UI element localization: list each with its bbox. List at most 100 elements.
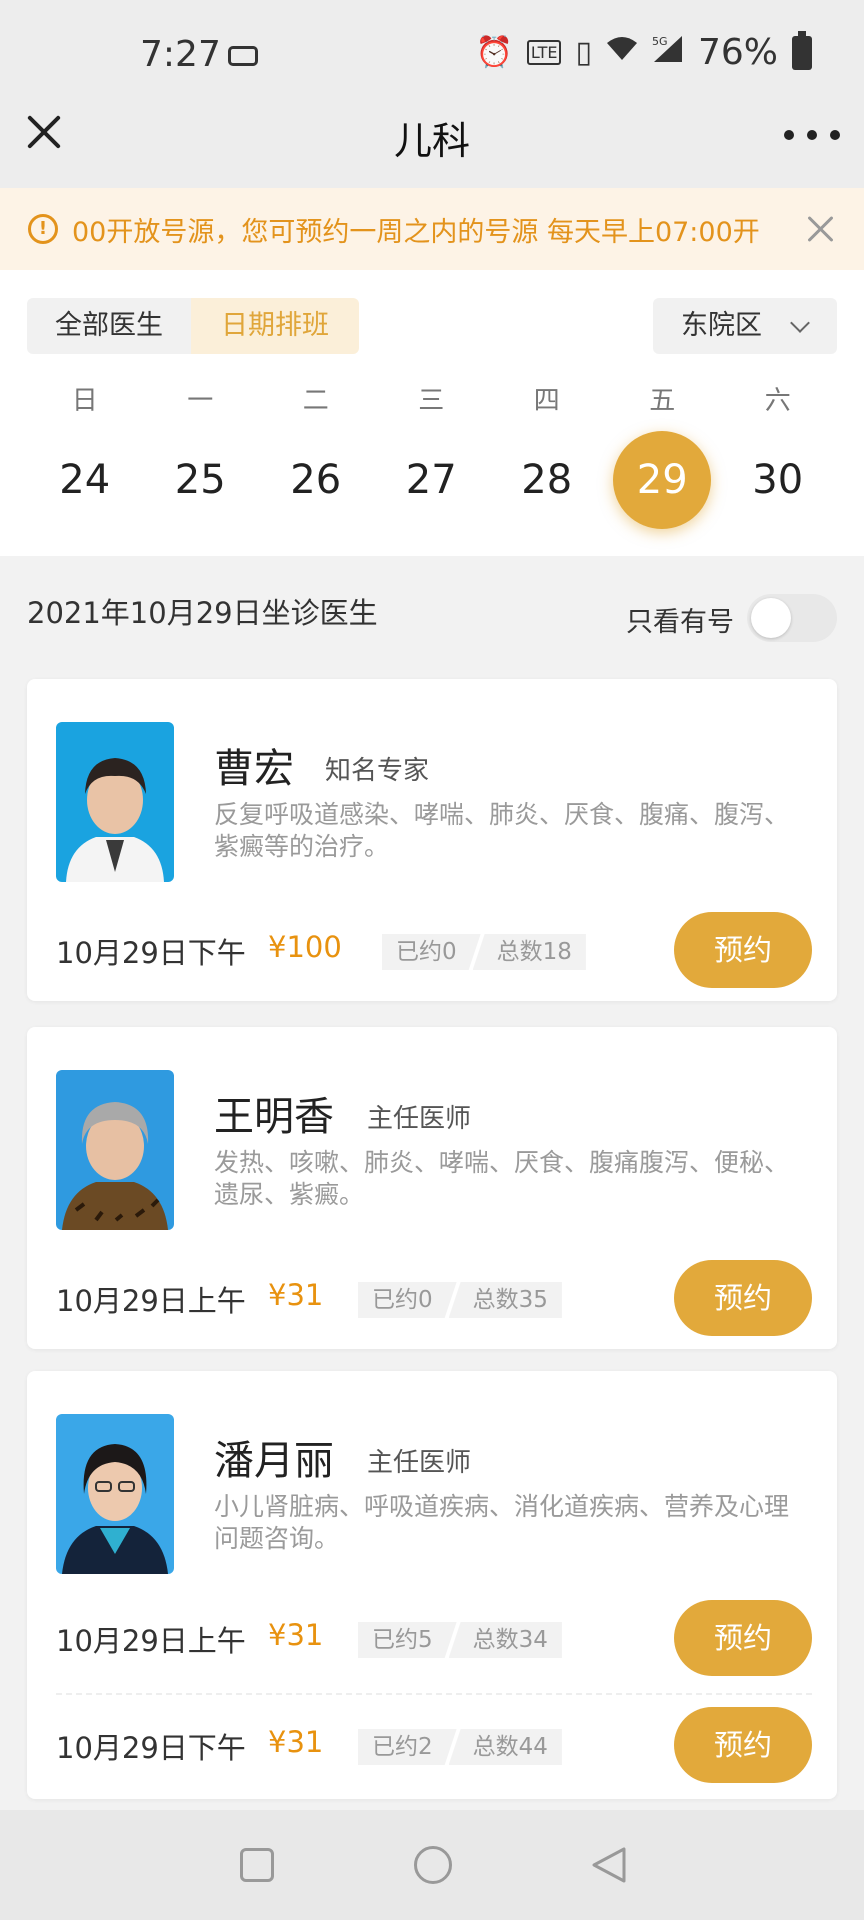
sim-card-icon — [228, 46, 258, 66]
day-number: 30 — [752, 457, 804, 503]
booked-count: 已约2 — [358, 1729, 457, 1765]
back-icon[interactable] — [590, 1846, 628, 1884]
appointment-slot: 10月29日下午 ¥100 已约0 总数18 预约 — [56, 912, 812, 988]
battery-percentage: 76% — [697, 32, 778, 73]
day-29-selected[interactable]: 29 — [605, 430, 721, 530]
page-title: 儿科 — [393, 119, 470, 163]
doctor-avatar — [56, 722, 174, 882]
only-available-toggle[interactable] — [747, 594, 837, 642]
total-count: 总数18 — [472, 934, 586, 970]
slot-divider — [56, 1693, 812, 1695]
day-number: 26 — [290, 457, 342, 503]
day-row: 24 25 26 27 28 29 30 — [0, 430, 864, 530]
doctor-name: 曹宏 — [214, 746, 294, 792]
weekday-label: 六 — [764, 386, 791, 416]
weekday-label: 三 — [418, 386, 445, 416]
doctor-name: 王明香 — [214, 1094, 334, 1140]
alarm-icon: ⏰ — [475, 35, 513, 70]
booked-count: 已约0 — [382, 934, 481, 970]
status-icons: ⏰ LTE ▯ 5G 76% — [475, 30, 812, 73]
slot-date: 10月29日上午 — [56, 1284, 246, 1318]
only-available-label: 只看有号 — [626, 607, 734, 638]
doctor-title: 主任医师 — [367, 1104, 472, 1134]
doctor-description: 小儿肾脏病、呼吸道疾病、消化道疾病、营养及心理问题咨询。 — [214, 1492, 790, 1553]
doctor-card[interactable]: 潘月丽 主任医师 小儿肾脏病、呼吸道疾病、消化道疾病、营养及心理问题咨询。 10… — [27, 1371, 837, 1799]
notice-close-icon[interactable] — [806, 214, 836, 244]
slot-date: 10月29日下午 — [56, 1731, 246, 1765]
notice-text: 00开放号源，您可预约一周之内的号源 每天早上07:00开 — [72, 217, 760, 248]
day-number: 27 — [405, 457, 457, 503]
list-header-title: 2021年10月29日坐诊医生 — [27, 596, 378, 630]
more-icon[interactable] — [784, 130, 840, 142]
appointment-slot: 10月29日上午 ¥31 已约5 总数34 预约 — [56, 1600, 812, 1676]
slot-count: 已约2 总数44 — [358, 1729, 562, 1765]
nav-bar: 儿科 — [0, 80, 864, 188]
doctor-description: 反复呼吸道感染、哮喘、肺炎、厌食、腹痛、腹泻、紫癜等的治疗。 — [214, 800, 790, 861]
day-number: 29 — [636, 457, 688, 503]
day-number: 28 — [521, 457, 573, 503]
book-button[interactable]: 预约 — [674, 1260, 812, 1336]
booked-count: 已约5 — [358, 1622, 457, 1658]
doctor-description: 发热、咳嗽、肺炎、哮喘、厌食、腹痛腹泻、便秘、遗尿、紫癜。 — [214, 1148, 790, 1209]
status-time: 7:27 — [140, 34, 221, 75]
weekday-label: 日 — [71, 386, 98, 416]
day-30[interactable]: 30 — [720, 430, 836, 530]
weekday-label: 五 — [649, 386, 676, 416]
slot-price: ¥100 — [268, 930, 342, 964]
district-select[interactable]: 东院区 — [653, 298, 837, 354]
slot-price: ¥31 — [268, 1618, 324, 1652]
wifi-icon — [606, 35, 638, 70]
slot-date: 10月29日下午 — [56, 936, 246, 970]
view-tabs: 全部医生 日期排班 — [27, 298, 359, 354]
district-label: 东院区 — [681, 310, 762, 341]
day-27[interactable]: 27 — [374, 430, 490, 530]
weekday-row: 日 一 二 三 四 五 六 — [0, 380, 864, 417]
toggle-knob — [751, 598, 791, 638]
slot-date: 10月29日上午 — [56, 1624, 246, 1658]
total-count: 总数35 — [448, 1282, 562, 1318]
day-number: 24 — [59, 457, 111, 503]
weekday-label: 二 — [302, 386, 329, 416]
book-button[interactable]: 预约 — [674, 1707, 812, 1783]
volte-icon: LTE — [526, 40, 562, 65]
5g-signal-icon: 5G — [652, 34, 684, 72]
svg-text:5G: 5G — [652, 35, 668, 48]
battery-icon — [792, 30, 812, 70]
doctor-card[interactable]: 曹宏 知名专家 反复呼吸道感染、哮喘、肺炎、厌食、腹痛、腹泻、紫癜等的治疗。 1… — [27, 679, 837, 1001]
day-number: 25 — [174, 457, 226, 503]
day-28[interactable]: 28 — [489, 430, 605, 530]
home-icon[interactable] — [414, 1846, 452, 1884]
system-nav-bar — [0, 1810, 864, 1920]
weekday-label: 一 — [187, 386, 214, 416]
total-count: 总数34 — [448, 1622, 562, 1658]
doctor-avatar — [56, 1414, 174, 1574]
notice-banner: ! 00开放号源，您可预约一周之内的号源 每天早上07:00开 — [0, 188, 864, 270]
date-panel: 全部医生 日期排班 东院区 日 一 二 三 四 五 六 24 25 26 27 … — [0, 270, 864, 556]
tab-date-schedule[interactable]: 日期排班 — [191, 298, 359, 354]
day-24[interactable]: 24 — [27, 430, 143, 530]
weekday-label: 四 — [533, 386, 560, 416]
appointment-slot: 10月29日上午 ¥31 已约0 总数35 预约 — [56, 1260, 812, 1336]
booked-count: 已约0 — [358, 1282, 457, 1318]
day-26[interactable]: 26 — [258, 430, 374, 530]
total-count: 总数44 — [448, 1729, 562, 1765]
vibrate-icon: ▯ — [575, 35, 592, 70]
slot-count: 已约0 总数35 — [358, 1282, 562, 1318]
doctor-avatar — [56, 1070, 174, 1230]
appointment-slot: 10月29日下午 ¥31 已约2 总数44 预约 — [56, 1707, 812, 1783]
book-button[interactable]: 预约 — [674, 912, 812, 988]
slot-count: 已约5 总数34 — [358, 1622, 562, 1658]
warning-icon: ! — [28, 214, 58, 244]
doctor-title: 主任医师 — [367, 1448, 472, 1478]
slot-price: ¥31 — [268, 1725, 324, 1759]
day-25[interactable]: 25 — [143, 430, 259, 530]
recents-icon[interactable] — [240, 1848, 274, 1882]
doctor-name: 潘月丽 — [214, 1438, 334, 1484]
book-button[interactable]: 预约 — [674, 1600, 812, 1676]
doctor-title: 知名专家 — [325, 756, 430, 786]
slot-price: ¥31 — [268, 1278, 324, 1312]
doctor-card[interactable]: 王明香 主任医师 发热、咳嗽、肺炎、哮喘、厌食、腹痛腹泻、便秘、遗尿、紫癜。 1… — [27, 1027, 837, 1349]
chevron-down-icon — [790, 313, 810, 333]
slot-count: 已约0 总数18 — [382, 934, 586, 970]
tab-all-doctors[interactable]: 全部医生 — [27, 298, 191, 354]
